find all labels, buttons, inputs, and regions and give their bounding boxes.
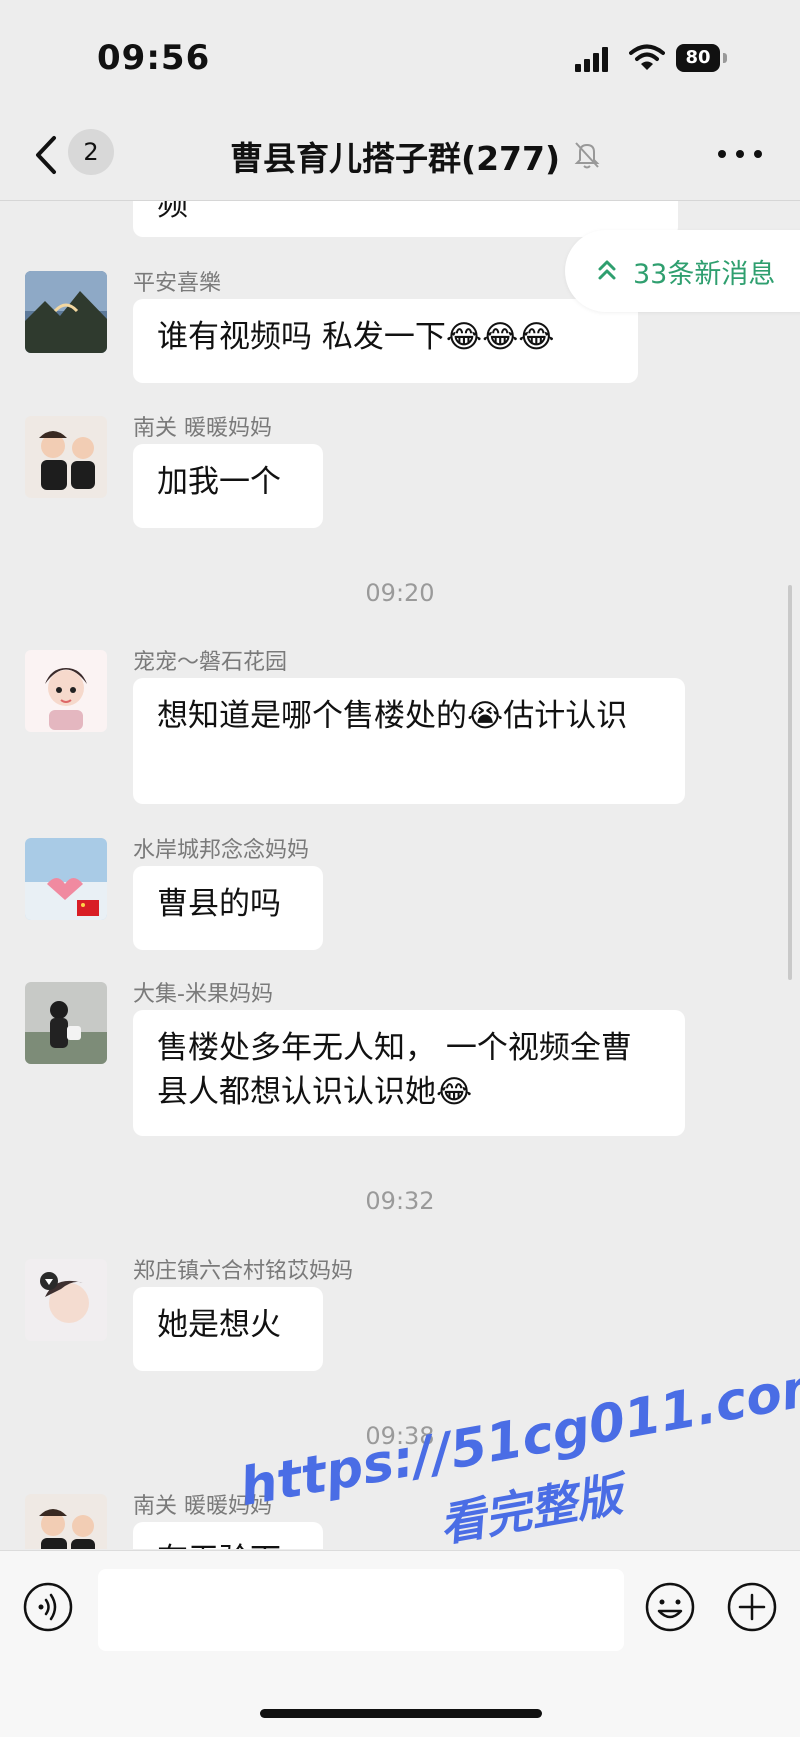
input-bar bbox=[0, 1550, 800, 1737]
avatar[interactable] bbox=[25, 1259, 107, 1341]
status-time: 09:56 bbox=[97, 38, 211, 78]
scrollbar[interactable] bbox=[788, 585, 792, 980]
avatar[interactable] bbox=[25, 838, 107, 920]
message-bubble[interactable]: 想知道是哪个售楼处的😭估计认识 bbox=[133, 678, 685, 804]
message-bubble[interactable]: 她是想火 bbox=[133, 1287, 323, 1371]
status-bar: 09:56 80 bbox=[0, 0, 800, 110]
new-messages-label: 33条新消息 bbox=[633, 259, 776, 290]
mute-bell-icon bbox=[574, 142, 600, 169]
more-icon[interactable] bbox=[718, 148, 762, 162]
chat-title[interactable]: 曹县育儿搭子群(277) bbox=[230, 132, 560, 180]
sender-name: 宠宠～磐石花园 bbox=[133, 650, 288, 675]
home-indicator[interactable] bbox=[260, 1709, 542, 1718]
avatar[interactable] bbox=[25, 1494, 107, 1549]
avatar[interactable] bbox=[25, 650, 107, 732]
chat-header: 2 曹县育儿搭子群(277) bbox=[0, 110, 800, 201]
sender-name: 郑庄镇六合村铭苡妈妈 bbox=[133, 1259, 354, 1284]
emoji-icon[interactable] bbox=[644, 1581, 696, 1633]
sender-name: 水岸城邦念念妈妈 bbox=[133, 838, 310, 863]
wifi-icon bbox=[629, 44, 665, 70]
voice-icon[interactable] bbox=[22, 1581, 74, 1633]
message-bubble[interactable]: 售楼处多年无人知， 一个视频全曹县人都想认识认识她😂 bbox=[133, 1010, 685, 1136]
battery-nub bbox=[723, 53, 727, 63]
timestamp: 09:20 bbox=[365, 579, 435, 607]
avatar[interactable] bbox=[25, 271, 107, 353]
back-icon[interactable] bbox=[28, 132, 68, 178]
battery-icon: 80 bbox=[676, 44, 728, 74]
message-input[interactable] bbox=[98, 1569, 624, 1651]
sender-name: 南关 暖暖妈妈 bbox=[133, 416, 272, 441]
avatar[interactable] bbox=[25, 416, 107, 498]
new-messages-button[interactable]: 33条新消息 bbox=[565, 230, 800, 312]
timestamp: 09:32 bbox=[365, 1187, 435, 1215]
unread-count-badge[interactable]: 2 bbox=[68, 129, 114, 175]
signal-icon bbox=[575, 47, 608, 72]
message-bubble[interactable]: 谁有视频吗 私发一下😂😂😂 bbox=[133, 299, 638, 383]
sender-name: 大集-米果妈妈 bbox=[133, 982, 273, 1007]
plus-icon[interactable] bbox=[726, 1581, 778, 1633]
sender-name: 平安喜樂 bbox=[133, 271, 222, 296]
message-bubble[interactable]: 曹县的吗 bbox=[133, 866, 323, 950]
avatar[interactable] bbox=[25, 982, 107, 1064]
double-chevron-up-icon bbox=[598, 260, 616, 280]
message-bubble[interactable]: 加我一个 bbox=[133, 444, 323, 528]
battery-level: 80 bbox=[676, 44, 720, 72]
